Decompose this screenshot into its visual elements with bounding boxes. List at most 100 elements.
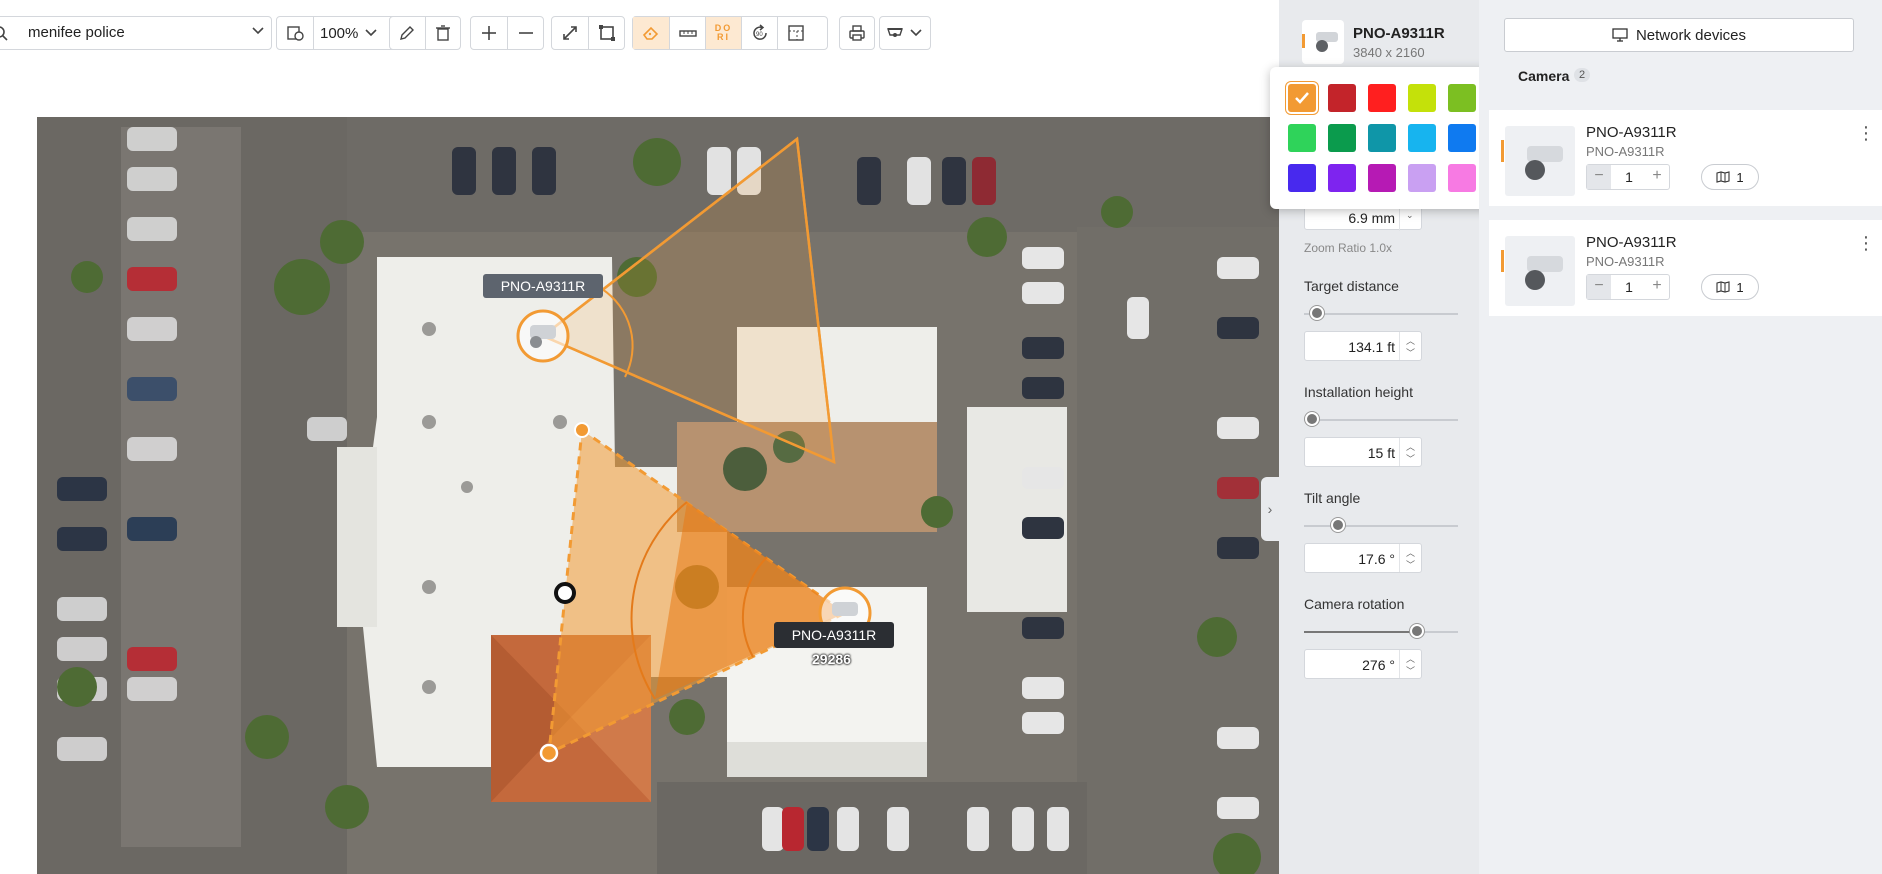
quantity-value[interactable]: 1 bbox=[1611, 275, 1647, 299]
camera-icon bbox=[1316, 32, 1338, 52]
color-swatch[interactable] bbox=[1288, 124, 1316, 152]
layers-icon[interactable] bbox=[277, 17, 313, 49]
tilt-angle-label: Tilt angle bbox=[1304, 490, 1361, 506]
color-swatch[interactable] bbox=[1368, 124, 1396, 152]
print-icon[interactable] bbox=[840, 17, 874, 49]
zoom-group: 100% bbox=[276, 16, 398, 50]
camera-rotation-label: Camera rotation bbox=[1304, 596, 1405, 612]
zoom-in-icon[interactable] bbox=[471, 17, 507, 49]
search-input[interactable]: menifee police bbox=[28, 24, 125, 41]
camera-resolution: 3840 x 2160 bbox=[1353, 45, 1425, 60]
map-count-value: 1 bbox=[1736, 279, 1744, 295]
camera-model: PNO-A9311R bbox=[1586, 254, 1665, 269]
panel-toggle-chevron-icon[interactable]: › bbox=[1261, 477, 1279, 541]
color-swatch[interactable] bbox=[1408, 164, 1436, 192]
quantity-stepper[interactable]: − 1 + bbox=[1586, 164, 1670, 190]
target-distance-field[interactable]: 134.1 ft ︿ ﹀ bbox=[1304, 331, 1422, 361]
print-group bbox=[839, 16, 875, 50]
decrement-button[interactable]: − bbox=[1587, 275, 1611, 299]
camera-thumbnail bbox=[1505, 126, 1575, 196]
color-swatch[interactable] bbox=[1448, 84, 1476, 112]
color-swatch[interactable] bbox=[1448, 164, 1476, 192]
color-swatch[interactable] bbox=[1408, 124, 1436, 152]
chevron-down-icon[interactable] bbox=[252, 26, 264, 36]
camera-marker-upper[interactable] bbox=[516, 309, 570, 363]
pencil-icon[interactable] bbox=[390, 17, 425, 49]
camera-card[interactable]: PNO-A9311R PNO-A9311R − 1 + 1 ⋮ bbox=[1489, 220, 1882, 316]
toolbar: menifee police 100% DO RI 90 bbox=[0, 0, 1279, 66]
map-icon bbox=[1716, 171, 1730, 183]
tab-camera[interactable]: Camera bbox=[1518, 68, 1569, 84]
rotate-90-icon[interactable]: 90 bbox=[741, 17, 777, 49]
more-options-icon[interactable]: ⋮ bbox=[1857, 234, 1875, 252]
camera-label-upper[interactable]: PNO-A9311R bbox=[483, 274, 603, 298]
blueprint-icon[interactable] bbox=[777, 17, 813, 49]
camera-mount-group bbox=[879, 16, 931, 50]
camera-sub-label: 29286 bbox=[812, 651, 851, 667]
camera-mount-icon[interactable] bbox=[880, 17, 910, 49]
chevron-down-icon[interactable] bbox=[910, 28, 922, 38]
zoom-out-icon[interactable] bbox=[507, 17, 543, 49]
camera-rotation-field[interactable]: 276 ° ︿ ﹀ bbox=[1304, 649, 1422, 679]
network-devices-button[interactable]: Network devices bbox=[1504, 18, 1854, 52]
map-canvas[interactable] bbox=[37, 117, 1279, 874]
color-swatch[interactable] bbox=[1368, 164, 1396, 192]
color-swatch[interactable] bbox=[1328, 164, 1356, 192]
tilt-angle-thumb[interactable] bbox=[1331, 518, 1345, 532]
color-swatch[interactable] bbox=[1448, 124, 1476, 152]
camera-label-lower[interactable]: PNO-A9311R bbox=[774, 622, 894, 648]
network-devices-label: Network devices bbox=[1635, 26, 1747, 44]
map-count-button[interactable]: 1 bbox=[1701, 274, 1759, 300]
svg-text:90: 90 bbox=[756, 32, 763, 38]
satellite-map[interactable]: PNO-A9311R PNO-A9311R 29286 bbox=[37, 117, 1279, 874]
color-accent bbox=[1501, 140, 1504, 162]
camera-card[interactable]: PNO-A9311R PNO-A9311R − 1 + 1 ⋮ bbox=[1489, 110, 1882, 206]
map-count-button[interactable]: 1 bbox=[1701, 164, 1759, 190]
eraser-icon[interactable] bbox=[633, 17, 669, 49]
target-distance-thumb[interactable] bbox=[1310, 306, 1324, 320]
tilt-angle-field[interactable]: 17.6 ° ︿ ﹀ bbox=[1304, 543, 1422, 573]
color-picker-popup bbox=[1270, 67, 1492, 209]
installation-height-field[interactable]: 15 ft ︿ ﹀ bbox=[1304, 437, 1422, 467]
ruler-icon[interactable] bbox=[669, 17, 705, 49]
color-swatch[interactable] bbox=[1288, 84, 1316, 112]
camera-name: PNO-A9311R bbox=[1586, 234, 1677, 251]
more-options-icon[interactable]: ⋮ bbox=[1857, 124, 1875, 142]
quantity-value[interactable]: 1 bbox=[1611, 165, 1647, 189]
measure-line-icon[interactable] bbox=[552, 17, 588, 49]
camera-count-badge: 2 bbox=[1574, 68, 1591, 82]
color-swatch[interactable] bbox=[1328, 84, 1356, 112]
quantity-stepper[interactable]: − 1 + bbox=[1586, 274, 1670, 300]
installation-height-thumb[interactable] bbox=[1305, 412, 1319, 426]
increment-button[interactable]: + bbox=[1645, 165, 1669, 189]
map-count-value: 1 bbox=[1736, 169, 1744, 185]
decrement-button[interactable]: − bbox=[1587, 165, 1611, 189]
installation-height-slider[interactable] bbox=[1304, 419, 1458, 421]
measure-group bbox=[551, 16, 625, 50]
zoom-buttons bbox=[470, 16, 544, 50]
crop-frame-icon[interactable] bbox=[588, 17, 624, 49]
color-swatch[interactable] bbox=[1368, 84, 1396, 112]
camera-name: PNO-A9311R bbox=[1586, 124, 1677, 141]
tilt-angle-slider[interactable] bbox=[1304, 525, 1458, 527]
zoom-ratio-text: Zoom Ratio 1.0x bbox=[1304, 241, 1393, 255]
color-swatch[interactable] bbox=[1408, 84, 1436, 112]
camera-model: PNO-A9311R bbox=[1586, 144, 1665, 159]
installation-height-label: Installation height bbox=[1304, 384, 1413, 400]
drawing-tools: DO RI 90 bbox=[632, 16, 828, 50]
camera-rotation-thumb[interactable] bbox=[1410, 624, 1424, 638]
zoom-select[interactable]: 100% bbox=[313, 17, 365, 49]
camera-thumbnail bbox=[1302, 20, 1344, 64]
checkmark-icon bbox=[1295, 92, 1309, 104]
trash-icon[interactable] bbox=[424, 17, 460, 49]
target-distance-label: Target distance bbox=[1304, 278, 1399, 294]
color-swatch[interactable] bbox=[1328, 124, 1356, 152]
chevron-down-icon[interactable] bbox=[365, 28, 377, 38]
monitor-icon bbox=[1612, 28, 1628, 42]
target-distance-slider[interactable] bbox=[1304, 313, 1458, 315]
camera-thumbnail bbox=[1505, 236, 1575, 306]
color-swatch[interactable] bbox=[1288, 164, 1316, 192]
dori-icon[interactable]: DO RI bbox=[705, 17, 741, 49]
camera-rotation-slider[interactable] bbox=[1304, 631, 1458, 633]
increment-button[interactable]: + bbox=[1645, 275, 1669, 299]
